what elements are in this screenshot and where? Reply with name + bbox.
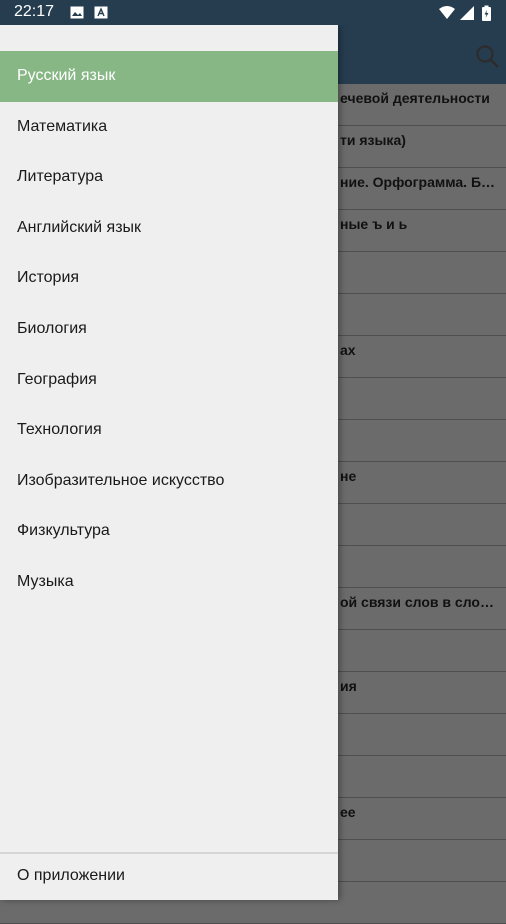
drawer-item-technology[interactable]: Технология [0, 405, 338, 456]
drawer-item-biology[interactable]: Биология [0, 304, 338, 355]
drawer-item-about[interactable]: О приложении [0, 854, 338, 900]
drawer-item-music[interactable]: Музыка [0, 557, 338, 608]
signal-icon [460, 6, 474, 20]
status-time: 22:17 [14, 3, 55, 20]
battery-charging-icon [482, 5, 491, 21]
image-icon [70, 6, 84, 19]
a-icon [94, 6, 108, 19]
navigation-drawer: Русский язык Математика Литература Англи… [0, 25, 338, 900]
status-bar: 22:17 [0, 0, 506, 25]
search-icon[interactable] [474, 43, 500, 69]
drawer-item-pe[interactable]: Физкультура [0, 506, 338, 557]
wifi-icon [439, 6, 455, 19]
drawer-item-literature[interactable]: Литература [0, 152, 338, 203]
drawer-item-art[interactable]: Изобразительное искусство [0, 456, 338, 507]
drawer-item-english[interactable]: Английский язык [0, 203, 338, 254]
drawer-item-math[interactable]: Математика [0, 102, 338, 153]
drawer-item-history[interactable]: История [0, 253, 338, 304]
drawer-header [0, 25, 338, 51]
drawer-item-geography[interactable]: География [0, 355, 338, 406]
drawer-item-russian[interactable]: Русский язык [0, 51, 338, 102]
status-right-icons [439, 5, 491, 21]
